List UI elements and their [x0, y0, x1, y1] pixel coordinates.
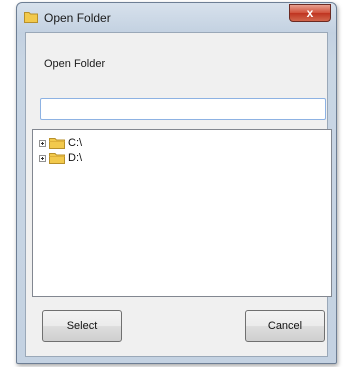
folder-path-input[interactable] — [40, 98, 326, 120]
window-title: Open Folder — [44, 11, 111, 25]
tree-node-label: C:\ — [68, 137, 83, 149]
tree-node-d-drive[interactable]: D:\ — [39, 151, 82, 165]
close-button[interactable]: x — [289, 4, 331, 22]
title-bar[interactable]: Open Folder x — [17, 3, 336, 33]
folder-tree[interactable]: C:\ D:\ — [32, 129, 332, 297]
tree-node-label: D:\ — [68, 152, 83, 164]
tree-node-c-drive[interactable]: C:\ — [39, 136, 82, 150]
expand-icon[interactable] — [39, 139, 46, 147]
folder-icon — [24, 12, 38, 23]
folder-icon — [49, 138, 65, 149]
dialog-body: Open Folder C:\ D:\ Select Cancel — [25, 32, 332, 357]
cancel-button[interactable]: Cancel — [245, 310, 325, 342]
folder-icon — [49, 153, 65, 164]
expand-icon[interactable] — [39, 154, 46, 162]
open-folder-window: Open Folder x Open Folder C:\ D:\ Select… — [16, 2, 337, 364]
prompt-label: Open Folder — [44, 58, 106, 70]
select-button[interactable]: Select — [42, 310, 122, 342]
